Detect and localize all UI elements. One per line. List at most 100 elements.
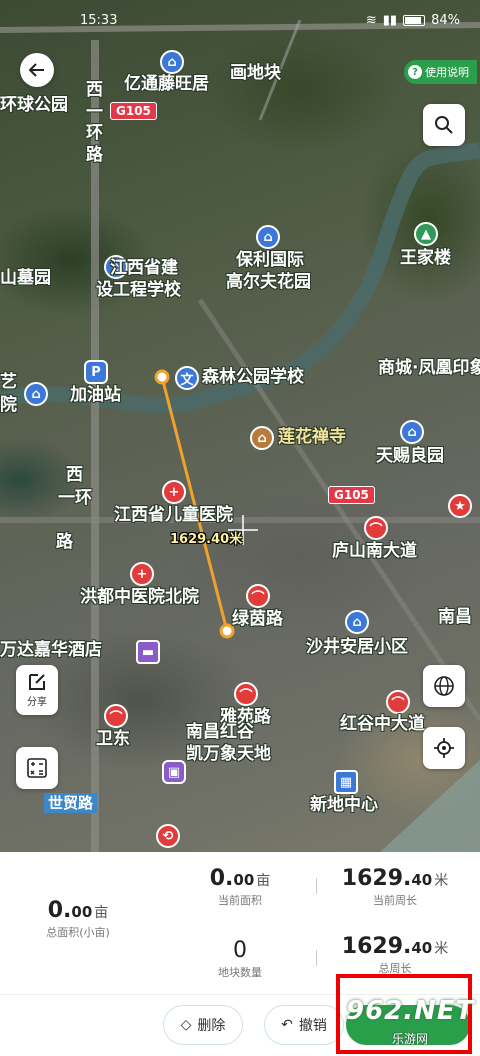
satellite-map[interactable]: 15:33 ≋ ▮▮ 84% 环球公园 G105 G105 亿通藤旺居 画地块 … <box>0 0 480 852</box>
map-label: 一 <box>86 102 103 122</box>
map-label: 画地块 <box>230 63 281 83</box>
map-label: 江西省建 <box>110 258 178 278</box>
current-perimeter-label: 当前周长 <box>373 894 417 907</box>
search-button[interactable] <box>423 104 465 146</box>
map-label: 艺 <box>0 372 17 392</box>
measure-start-point <box>154 369 170 385</box>
status-time: 15:33 <box>80 12 118 28</box>
current-area-stat: 0.00 亩 当前面积 <box>190 866 290 908</box>
landmark-icon[interactable]: ★ <box>448 494 472 518</box>
map-label: 绿茵路 <box>232 609 283 629</box>
current-perimeter-stat: 1629.40 米 当前周长 <box>340 866 450 908</box>
mountain-icon[interactable]: ▲ <box>414 222 438 246</box>
map-label: 院 <box>0 395 17 415</box>
undo-icon: ↶ <box>281 1017 293 1033</box>
map-label: 森林公园学校 <box>202 367 304 387</box>
battery-icon <box>403 14 426 26</box>
map-label: 王家楼 <box>400 248 451 268</box>
total-area-label: 总面积(小亩) <box>46 926 110 939</box>
map-label: 亿通藤旺居 <box>124 74 209 94</box>
road-icon[interactable]: ⌒ <box>104 704 128 728</box>
map-label: 卫东 <box>96 729 130 749</box>
locate-icon <box>434 738 454 758</box>
map-label: 庐山南大道 <box>332 541 417 561</box>
calculator-icon <box>27 758 47 778</box>
divider <box>316 878 317 894</box>
measure-distance-label: 1629.40米 <box>170 532 243 547</box>
map-label: 路 <box>86 145 103 165</box>
share-label: 分享 <box>27 696 47 708</box>
plot-count-stat: 0 地块数量 <box>190 938 290 980</box>
total-area-dec: 00 <box>71 903 93 921</box>
current-area-int: 0. <box>209 866 234 891</box>
current-area-dec: 00 <box>233 871 255 889</box>
total-perimeter-dec: 40 <box>411 939 433 957</box>
locate-button[interactable] <box>423 727 465 769</box>
signal-icon: ▮▮ <box>382 12 398 28</box>
map-label: 万达嘉华酒店 <box>0 640 102 660</box>
map-layer-button[interactable] <box>423 665 465 707</box>
school-icon[interactable]: 文 <box>175 366 199 390</box>
map-label: 南昌红谷 <box>186 722 254 742</box>
building-icon[interactable]: ⌂ <box>400 420 424 444</box>
map-label: 高尔夫花园 <box>226 272 311 292</box>
search-icon <box>435 116 453 134</box>
road-label-shimao: 世贸路 <box>44 793 98 813</box>
back-button[interactable] <box>20 53 54 87</box>
road-icon[interactable]: ⌒ <box>364 516 388 540</box>
gas-station-icon[interactable]: P <box>84 360 108 384</box>
road-icon[interactable]: ⌒ <box>246 584 270 608</box>
map-label: 凯万象天地 <box>186 744 271 764</box>
map-label: 设工程学校 <box>96 280 181 300</box>
share-button[interactable]: 分享 <box>16 665 58 715</box>
wifi-icon: ≋ <box>365 12 377 28</box>
calculator-button[interactable] <box>16 747 58 789</box>
map-label: 路 <box>56 532 73 552</box>
map-label: 江西省儿童医院 <box>114 505 233 525</box>
plot-count-label: 地块数量 <box>218 966 262 979</box>
watermark-logo: 962.NET <box>346 996 475 1026</box>
map-label: 商城·凤凰印象 <box>378 358 480 378</box>
battery-level: 84% <box>431 12 460 28</box>
total-area-unit: 亩 <box>94 905 109 921</box>
road-icon[interactable]: ⌒ <box>234 682 258 706</box>
arrow-left-icon <box>28 63 44 77</box>
building-icon[interactable]: ⌂ <box>345 610 369 634</box>
hotel-icon[interactable]: ▬ <box>136 640 160 664</box>
map-label: 天赐良园 <box>376 446 444 466</box>
watermark-sub: 乐游网 <box>392 1032 429 1046</box>
road-icon[interactable]: ⌒ <box>386 690 410 714</box>
help-button[interactable]: ? 使用说明 <box>404 60 477 84</box>
building-icon[interactable]: ⌂ <box>160 50 184 74</box>
delete-button[interactable]: ◇ 删除 <box>163 1005 243 1045</box>
help-icon: ? <box>408 65 422 79</box>
edit-share-icon <box>29 673 45 690</box>
map-label: 莲花禅寺 <box>278 427 346 447</box>
road-badge-g105: G105 <box>328 486 375 504</box>
map-label: 红谷中大道 <box>340 714 425 734</box>
hospital-icon[interactable]: + <box>130 562 154 586</box>
globe-icon <box>434 676 454 696</box>
shopping-icon[interactable]: ▣ <box>162 760 186 784</box>
total-area-stat: 0.00 亩 总面积(小亩) <box>28 898 128 940</box>
map-label: 沙井安居小区 <box>306 637 408 657</box>
divider <box>316 950 317 966</box>
map-label: 山墓园 <box>0 268 51 288</box>
total-area-int: 0. <box>47 898 72 923</box>
temple-icon[interactable]: ⌂ <box>250 426 274 450</box>
current-perimeter-int: 1629. <box>341 866 412 891</box>
map-label: 新地中心 <box>310 795 378 815</box>
hospital-icon[interactable]: + <box>162 480 186 504</box>
map-label: 加油站 <box>70 385 121 405</box>
delete-label: 删除 <box>197 1018 226 1034</box>
building-icon[interactable]: ⌂ <box>256 225 280 249</box>
map-label: 一环 <box>58 488 92 508</box>
current-area-label: 当前面积 <box>218 894 262 907</box>
road-icon[interactable]: ⟲ <box>156 824 180 848</box>
map-label: 西 <box>66 465 83 485</box>
undo-button[interactable]: ↶ 撤销 <box>264 1005 344 1045</box>
help-label: 使用说明 <box>425 66 469 79</box>
school-icon[interactable]: ⌂ <box>24 382 48 406</box>
map-label: 洪都中医院北院 <box>80 587 199 607</box>
building-icon[interactable]: ▦ <box>334 770 358 794</box>
